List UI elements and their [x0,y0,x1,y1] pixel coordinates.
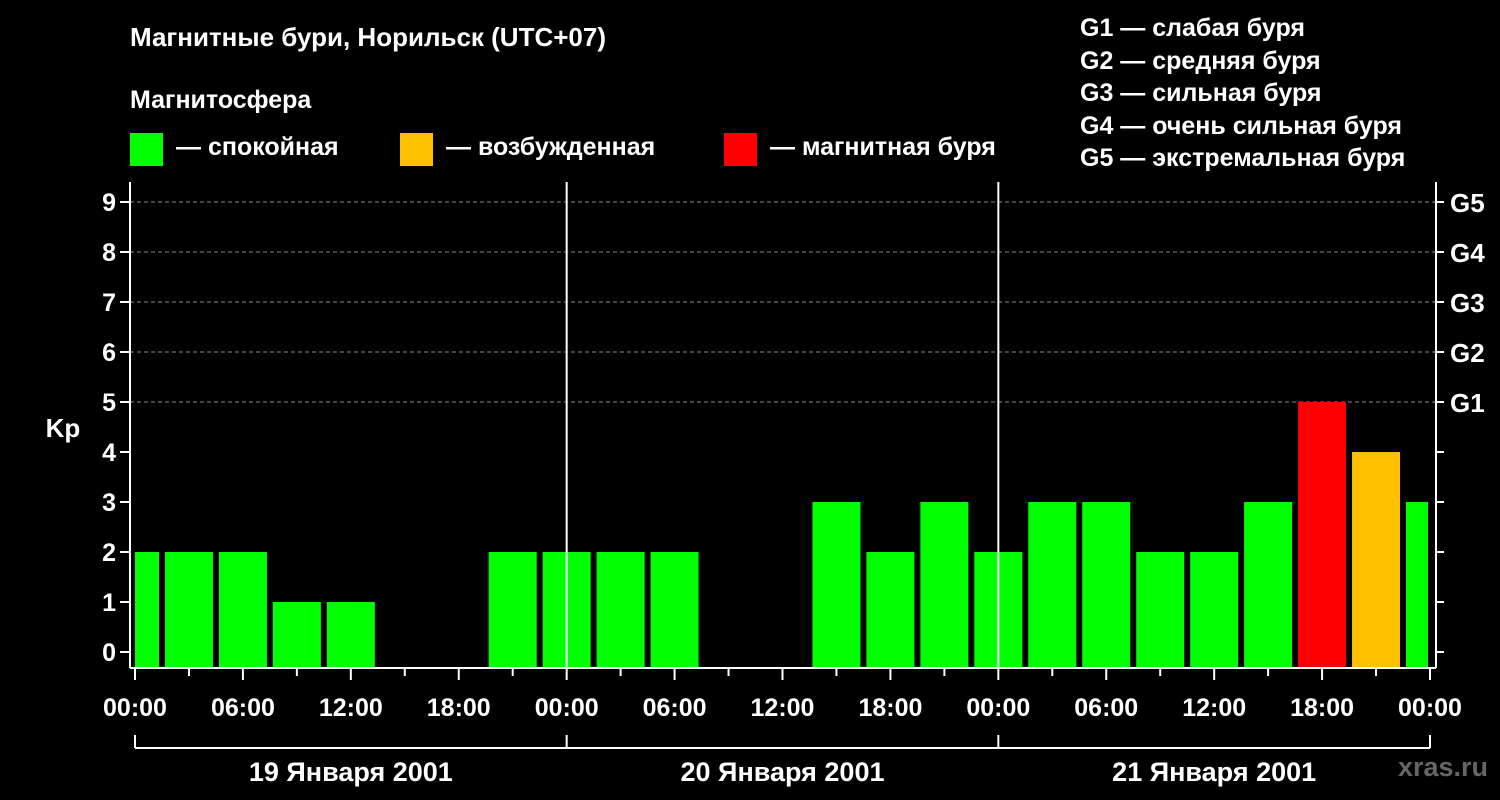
x-tick-label: 00:00 [1398,694,1462,722]
y-tick-label: 6 [102,339,116,367]
y-tick-label: 3 [102,489,116,517]
bar-kp [866,552,915,667]
g-scale-label: G1 [1450,388,1485,418]
y-tick-label: 0 [102,639,116,667]
bar-kp [650,552,699,667]
y-tick-label: 5 [102,389,116,417]
x-tick-label: 12:00 [751,694,815,722]
g-scale-label: G4 [1450,238,1485,268]
bar-kp [1406,502,1428,667]
bar-kp [1352,452,1401,667]
bar-kp [164,552,213,667]
bar-kp [488,552,537,667]
bar-kp [920,502,969,667]
x-tick-label: 06:00 [643,694,707,722]
x-tick-label: 18:00 [1290,694,1354,722]
x-tick-label: 12:00 [1182,694,1246,722]
y-tick-label: 7 [102,289,116,317]
day-label: 19 Января 2001 [249,757,453,787]
bar-kp [1028,502,1077,667]
y-tick-label: 2 [102,539,116,567]
g-scale-label: G3 [1450,288,1485,318]
y-tick-label: 9 [102,189,116,217]
x-tick-label: 06:00 [211,694,275,722]
bar-kp [272,602,321,667]
bar-kp [1190,552,1239,667]
x-tick-label: 00:00 [966,694,1030,722]
x-tick-label: 18:00 [427,694,491,722]
plot-area [130,182,1436,668]
y-tick-label: 4 [102,439,116,467]
bar-kp [218,552,267,667]
x-tick-label: 00:00 [535,694,599,722]
bar-kp [1298,402,1347,667]
day-label: 21 Января 2001 [1112,757,1316,787]
x-tick-label: 18:00 [858,694,922,722]
y-tick-label: 1 [102,589,116,617]
bar-kp [1136,552,1185,667]
x-tick-label: 00:00 [103,694,167,722]
x-tick-label: 12:00 [319,694,383,722]
bar-kp [812,502,861,667]
brand-watermark: xras.ru [1397,752,1488,782]
kp-chart: 0 1 2 3 4 5 6 7 8 9 Kp G1 G2 G3 G4 G5 00:00 06:00 12:00 18:… [46,182,1485,787]
g-scale-label: G2 [1450,338,1485,368]
g-scale-label: G5 [1450,188,1485,218]
y-axis-label: Kp [46,413,81,443]
bar-kp [326,602,375,667]
day-label: 20 Января 2001 [681,757,885,787]
bar-kp [596,552,645,667]
bar-kp [1244,502,1293,667]
bar-kp [135,552,159,667]
y-tick-label: 8 [102,239,116,267]
bar-kp [1082,502,1131,667]
x-tick-label: 06:00 [1074,694,1138,722]
